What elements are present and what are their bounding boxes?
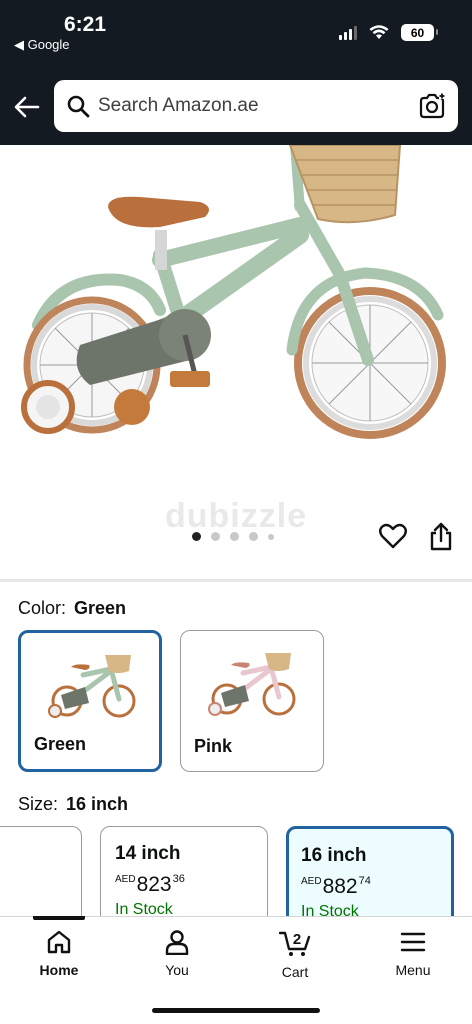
nav-label: Cart (281, 964, 309, 980)
search-input[interactable] (98, 80, 408, 132)
nav-label: You (165, 962, 189, 978)
pagination-dot[interactable] (192, 532, 201, 541)
color-option-green[interactable]: Green (18, 630, 162, 772)
price-currency: AED (115, 874, 136, 885)
color-label: Color: (18, 598, 67, 618)
section-divider (0, 579, 472, 582)
color-selected-value: Green (74, 598, 127, 618)
size-option-label: 14 inch (115, 843, 181, 864)
size-selected-value: 16 inch (66, 794, 129, 814)
top-header: 6:21 ◀ Google 60 (0, 0, 472, 145)
nav-label: Menu (395, 962, 431, 978)
size-option-label: 16 inch (301, 845, 367, 866)
product-image-bike (21, 145, 446, 439)
product-image-gallery[interactable]: dubizzle (0, 145, 472, 579)
pagination-dot[interactable] (268, 533, 274, 540)
price-fraction: 36 (172, 873, 185, 885)
cart-count-badge: 2 (293, 931, 301, 948)
size-label: Size: (18, 794, 59, 814)
back-to-app-link[interactable]: ◀ Google (14, 37, 70, 53)
image-pagination-dots[interactable] (192, 532, 274, 541)
active-tab-indicator (33, 916, 85, 920)
nav-cart[interactable]: 2 Cart (250, 929, 340, 980)
pagination-dot[interactable] (230, 532, 239, 541)
size-selector-label: Size: 16 inch (18, 794, 128, 815)
nav-you[interactable]: You (132, 929, 222, 978)
search-icon (67, 95, 90, 118)
heart-icon[interactable] (378, 521, 408, 551)
color-selector-label: Color: Green (18, 598, 126, 619)
bike-thumbnail-green (48, 655, 136, 718)
pagination-dot[interactable] (211, 532, 220, 541)
nav-menu[interactable]: Menu (368, 929, 458, 978)
person-icon (165, 930, 189, 955)
share-icon[interactable] (428, 521, 454, 551)
cart-icon: 2 (278, 931, 311, 956)
price-whole: 882 (322, 875, 358, 898)
home-indicator[interactable] (152, 1008, 320, 1013)
menu-icon (400, 932, 426, 952)
status-icons: 60 (339, 24, 438, 41)
pagination-dot[interactable] (249, 532, 258, 541)
wifi-icon (369, 25, 389, 39)
battery-icon: 60 (401, 24, 438, 41)
nav-home[interactable]: Home (14, 929, 104, 978)
bike-thumbnail-pink (208, 653, 296, 716)
price-currency: AED (301, 876, 322, 887)
color-option-label: Green (34, 734, 87, 754)
back-arrow-icon[interactable] (12, 92, 42, 122)
size-option-price: AED82336 (115, 873, 185, 897)
color-option-label: Pink (194, 736, 233, 756)
price-whole: 823 (136, 873, 172, 896)
search-bar[interactable] (54, 80, 458, 132)
signal-icon (339, 25, 357, 40)
nav-label: Home (39, 962, 79, 978)
home-icon (47, 930, 71, 954)
color-option-pink[interactable]: Pink (180, 630, 324, 772)
status-time: 6:21 (64, 13, 107, 36)
price-fraction: 74 (358, 875, 371, 887)
size-option-price: AED88274 (301, 875, 371, 899)
camera-search-icon[interactable] (418, 92, 446, 120)
